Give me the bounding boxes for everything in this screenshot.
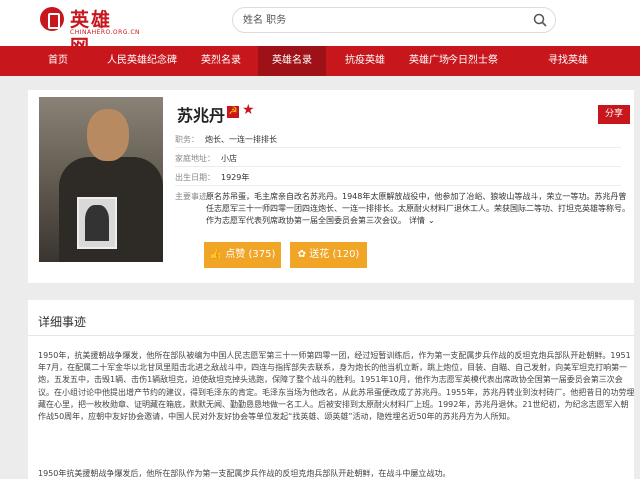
chevron-down-icon[interactable]: ⌄ [428, 216, 435, 225]
hero-profile-card: 苏兆丹 ☭ ★ 分享 职务： 炮长、一连一排排长 家庭地址： 小店 出生日期： 192… [28, 90, 634, 283]
flower-icon: ✿ [297, 249, 307, 260]
nav-martyrs[interactable]: 英烈名录 [192, 46, 250, 76]
share-button[interactable]: 分享 [598, 105, 630, 124]
top-header: 英雄网 CHINAHERO.ORG.CN [0, 0, 640, 58]
party-flag-icon: ☭ [227, 106, 239, 118]
hero-photo [39, 97, 163, 262]
hero-name: 苏兆丹 [177, 106, 226, 125]
details-link[interactable]: 详情 [409, 216, 425, 225]
flower-count: (120) [332, 249, 360, 260]
like-label: 点赞 [225, 249, 246, 260]
divider [175, 185, 621, 186]
nav-covid-heroes[interactable]: 抗疫英雄 [336, 46, 394, 76]
search-box [232, 7, 556, 33]
nav-monument[interactable]: 人民英雄纪念碑 [92, 46, 192, 76]
divider [175, 147, 621, 148]
home-label: 家庭地址： [175, 154, 215, 163]
job-label: 职务： [175, 135, 199, 144]
nav-find-heroes[interactable]: 寻找英雄 [534, 46, 602, 76]
star-icon: ★ [242, 102, 255, 118]
birth-label: 出生日期： [175, 173, 215, 182]
thumbs-up-icon: 👍 [209, 249, 223, 260]
nav-home[interactable]: 首页 [34, 46, 82, 76]
search-input[interactable] [243, 12, 523, 28]
logo-icon [40, 7, 64, 31]
nav-heroes[interactable]: 英雄名录 [258, 46, 326, 76]
like-count: (375) [248, 249, 276, 260]
flower-label: 送花 [309, 249, 330, 260]
held-portrait [77, 197, 117, 249]
detail-paragraph-2: 1950年抗美援朝战争爆发后，他所在部队作为第一支配属步兵作战的反坦克炮兵部队开… [38, 469, 451, 478]
search-icon[interactable] [532, 12, 548, 28]
detail-title: 详细事迹 [38, 315, 87, 329]
main-nav: 首页 人民英雄纪念碑 英烈名录 英雄名录 抗疫英雄 英雄广场 今日烈士祭 寻找英… [0, 46, 640, 76]
detail-paragraph: 1950年，抗美援朝战争爆发，他所在部队被编为中国人民志愿军第三十一师第四零一团… [38, 351, 635, 422]
deeds-summary: 原名苏吊蛋，毛主席亲自改名苏兆丹。1948年太原解放战役中，他参加了冶峪、狼坡山… [206, 191, 631, 227]
job-row: 职务： 炮长、一连一排排长 [175, 134, 277, 145]
birth-row: 出生日期： 1929年 [175, 172, 249, 183]
birth-value: 1929年 [221, 173, 250, 182]
job-value: 炮长、一连一排排长 [205, 135, 277, 144]
divider [175, 166, 621, 167]
home-value: 小店 [221, 154, 237, 163]
nav-martyr-memorial[interactable]: 今日烈士祭 [408, 46, 538, 76]
site-logo[interactable]: 英雄网 CHINAHERO.ORG.CN [40, 5, 140, 58]
home-row: 家庭地址： 小店 [175, 153, 237, 164]
divider [28, 335, 634, 336]
detailed-deeds-panel: 详细事迹 1950年，抗美援朝战争爆发，他所在部队被编为中国人民志愿军第三十一师… [28, 300, 634, 479]
like-button[interactable]: 👍 点赞 (375) [204, 242, 281, 268]
logo-subtitle: CHINAHERO.ORG.CN [70, 29, 141, 36]
send-flower-button[interactable]: ✿ 送花 (120) [290, 242, 367, 268]
